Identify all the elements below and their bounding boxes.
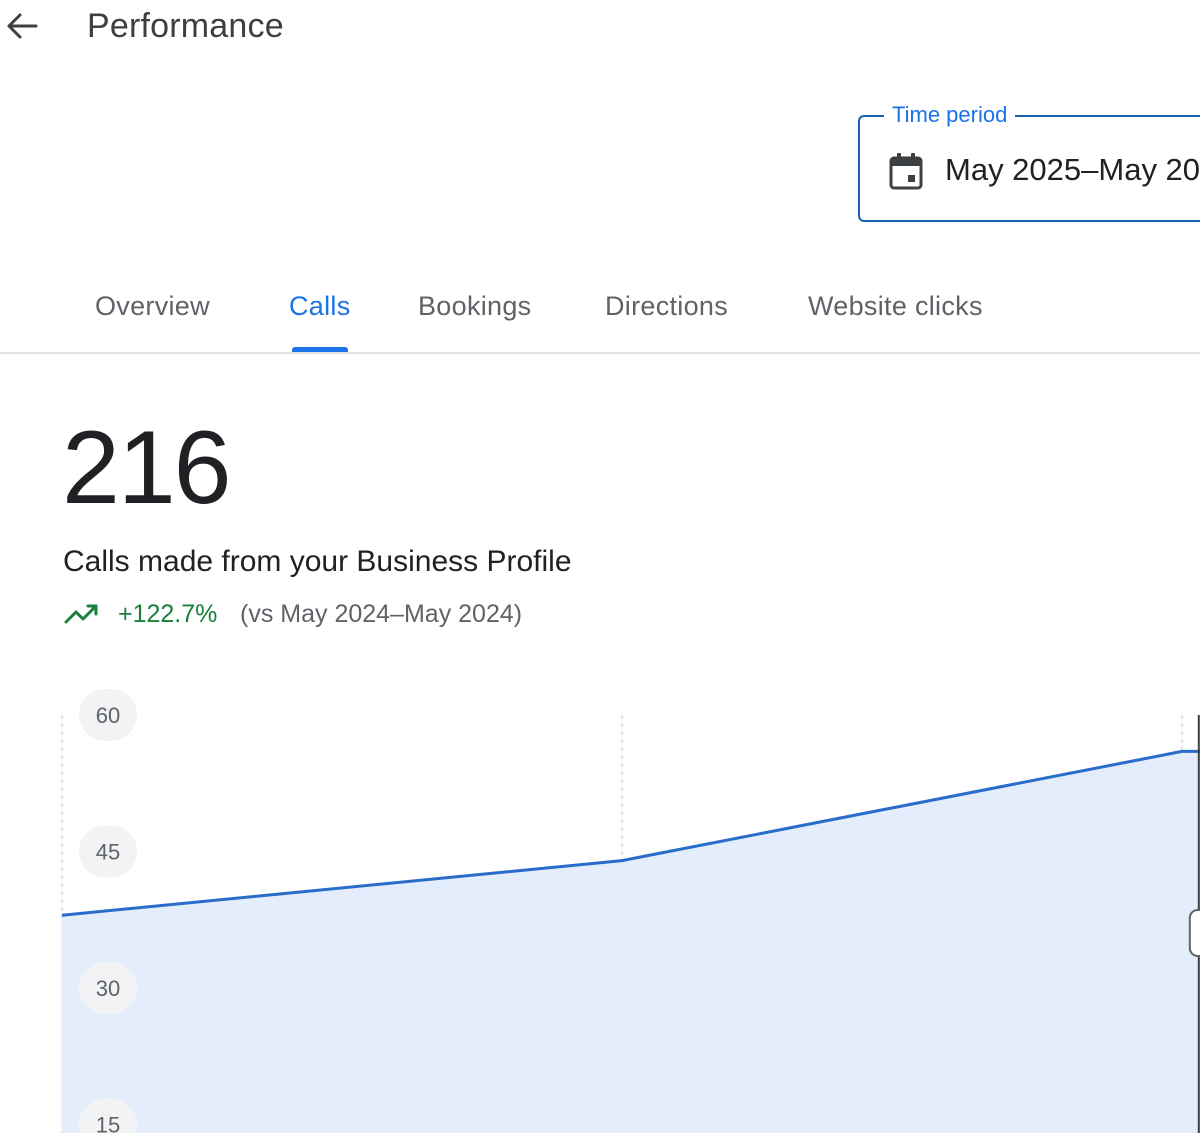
calendar-icon	[889, 153, 923, 190]
tab-bookings[interactable]: Bookings	[418, 286, 531, 326]
svg-text:45: 45	[96, 840, 120, 865]
svg-text:60: 60	[96, 703, 120, 728]
y-tick-label: 45	[79, 825, 137, 878]
active-tab-indicator	[292, 347, 348, 352]
tab-calls[interactable]: Calls	[289, 286, 351, 326]
y-tick-label: 60	[79, 689, 137, 741]
hover-marker-handle[interactable]	[1188, 909, 1200, 957]
time-period-label: Time period	[884, 100, 1016, 130]
performance-page: Performance Time period May 2025–May 202…	[0, 0, 1200, 1133]
time-period-selector[interactable]: Time period May 2025–May 2025	[858, 100, 1200, 222]
svg-text:30: 30	[96, 976, 120, 1001]
top-bar: Performance	[0, 0, 1200, 60]
calls-chart: 60 45 30 15	[61, 689, 1200, 1133]
metric-label: Calls made from your Business Profile	[63, 545, 572, 578]
tab-overview[interactable]: Overview	[95, 286, 210, 326]
metric-value: 216	[62, 410, 232, 526]
tab-bar: Overview Calls Bookings Directions Websi…	[0, 270, 1200, 354]
chart-area-fill	[62, 751, 1200, 1133]
tab-website-clicks[interactable]: Website clicks	[808, 286, 983, 326]
back-button[interactable]	[2, 6, 42, 46]
y-tick-label: 30	[79, 962, 137, 1014]
arrow-back-icon	[7, 13, 38, 39]
trend-comparison: (vs May 2024–May 2024)	[240, 600, 523, 628]
trend-change: +122.7%	[118, 600, 218, 628]
time-period-value: May 2025–May 2025	[945, 152, 1200, 187]
page-title: Performance	[87, 7, 284, 45]
trending-up-icon	[64, 604, 98, 624]
svg-text:15: 15	[96, 1113, 120, 1133]
tab-directions[interactable]: Directions	[605, 286, 728, 326]
